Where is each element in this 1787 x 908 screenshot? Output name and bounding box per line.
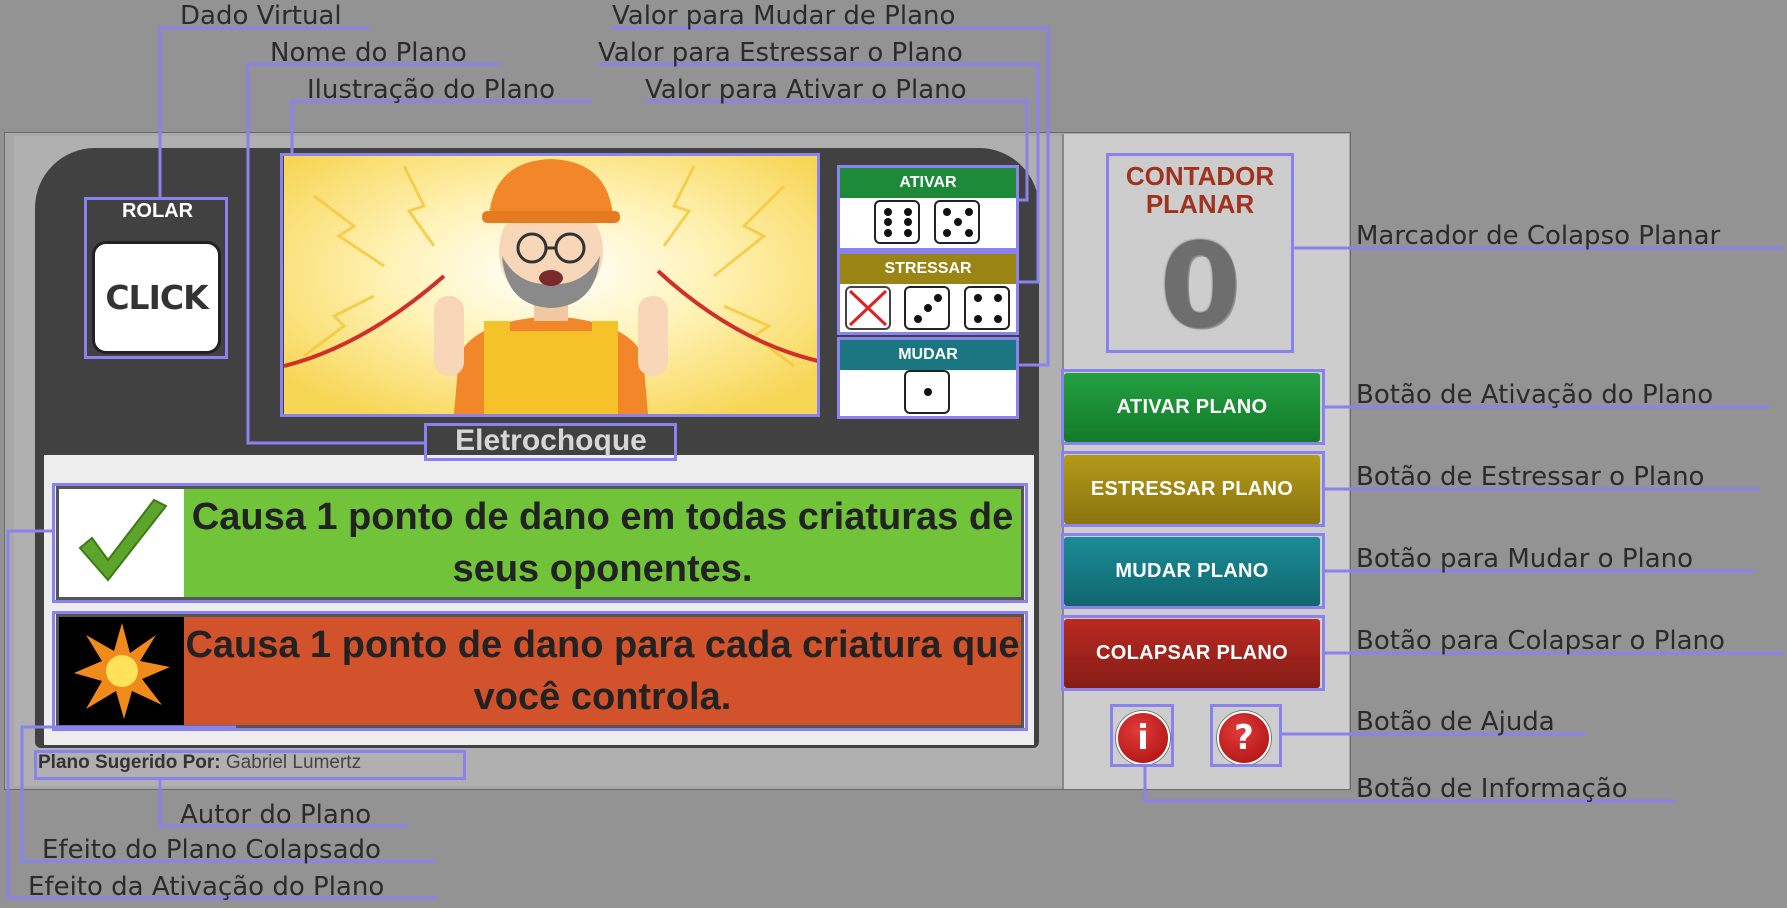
callout-botao-informacao: Botão de Informação [1356, 774, 1628, 804]
activation-effect-text: Causa 1 ponto de dano em todas criaturas… [191, 496, 1014, 590]
counter-value: 0 [1159, 219, 1241, 354]
callout-ilustracao: Ilustração do Plano [307, 75, 556, 105]
collapse-plane-button[interactable]: COLAPSAR PLANO [1064, 619, 1320, 688]
roll-label: ROLAR [121, 200, 194, 222]
virtual-die-button[interactable]: CLICK [92, 241, 221, 354]
plane-name: Eletrochoque [455, 424, 647, 457]
callout-valor-estressar: Valor para Estressar o Plano [598, 38, 963, 68]
collapse-effect-text: Causa 1 ponto de dano para cada criatura… [185, 624, 1020, 718]
counter-title-line2: PLANAR [1145, 189, 1255, 219]
callout-marcador-colapso: Marcador de Colapso Planar [1356, 221, 1721, 251]
callout-autor: Autor do Plano [180, 800, 372, 830]
callout-botao-mudar: Botão para Mudar o Plano [1356, 544, 1694, 574]
callout-botao-estressar: Botão de Estressar o Plano [1356, 462, 1705, 492]
counter-title-line1: CONTADOR [1125, 161, 1275, 191]
callout-dado-virtual: Dado Virtual [180, 1, 342, 31]
change-value-box: MUDAR [840, 340, 1016, 416]
die-face-6 [874, 200, 920, 244]
callout-botao-ativacao: Botão de Ativação do Plano [1356, 380, 1714, 410]
die-face-3 [904, 286, 950, 330]
electrician-illustration [284, 156, 818, 414]
explosion-icon [59, 617, 184, 725]
activation-effect: Causa 1 ponto de dano em todas criaturas… [56, 486, 1024, 600]
stress-value-box: STRESSAR [840, 254, 1016, 332]
die-face-4 [964, 286, 1010, 330]
help-button[interactable]: ? [1217, 711, 1271, 765]
callout-efeito-ativacao: Efeito da Ativação do Plano [28, 872, 385, 902]
plane-author: Plano Sugerido Por: Gabriel Lumertz [38, 750, 361, 776]
die-face-5 [934, 200, 980, 244]
stress-value-header: STRESSAR [840, 254, 1016, 284]
change-value-header: MUDAR [840, 340, 1016, 370]
checkmark-icon [59, 489, 184, 597]
plane-illustration [284, 156, 818, 414]
die-face-blank-crossed [845, 286, 891, 330]
stress-plane-button[interactable]: ESTRESSAR PLANO [1064, 455, 1320, 524]
activate-value-header: ATIVAR [840, 168, 1016, 198]
author-label: Plano Sugerido Por: [38, 752, 221, 773]
collapse-effect: Causa 1 ponto de dano para cada criatura… [56, 614, 1024, 728]
callout-valor-ativar: Valor para Ativar o Plano [645, 75, 967, 105]
callout-valor-mudar: Valor para Mudar de Plano [612, 1, 956, 31]
callout-efeito-colapsado: Efeito do Plano Colapsado [42, 835, 381, 865]
callout-botao-ajuda: Botão de Ajuda [1356, 707, 1555, 737]
change-plane-button[interactable]: MUDAR PLANO [1064, 537, 1320, 606]
planar-counter: CONTADOR PLANAR 0 [1108, 156, 1292, 350]
die-face-1 [904, 370, 950, 414]
activate-value-box: ATIVAR [840, 168, 1016, 248]
callout-botao-colapsar: Botão para Colapsar o Plano [1356, 626, 1725, 656]
callout-nome-do-plano: Nome do Plano [270, 38, 467, 68]
activate-plane-button[interactable]: ATIVAR PLANO [1064, 373, 1320, 442]
author-name: Gabriel Lumertz [225, 752, 362, 773]
info-button[interactable]: i [1116, 711, 1170, 765]
